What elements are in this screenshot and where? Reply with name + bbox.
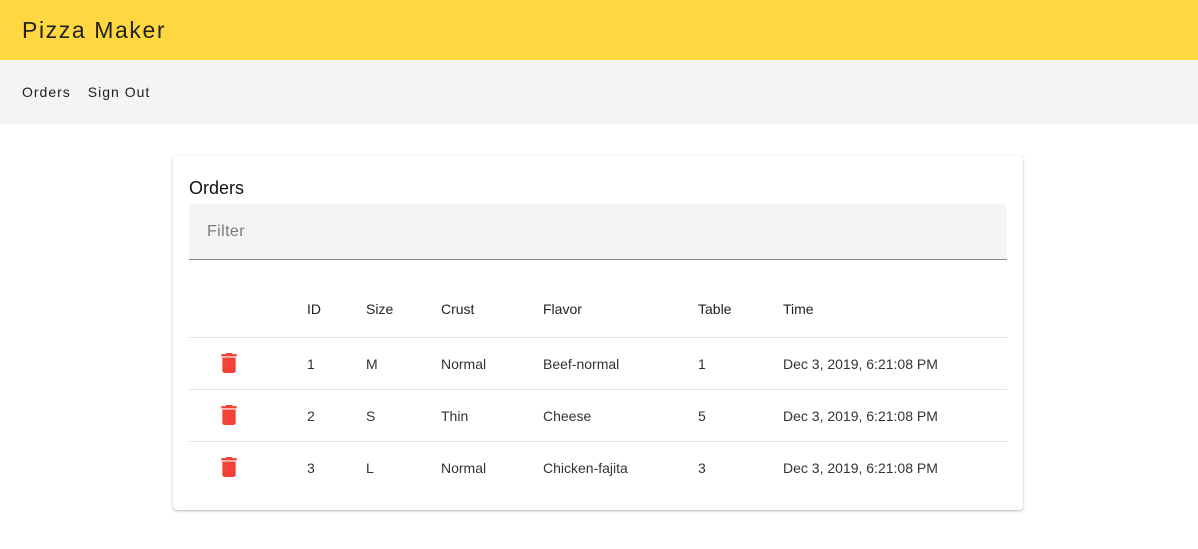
cell-flavor: Cheese [543, 389, 698, 442]
cell-crust: Thin [441, 389, 543, 442]
trash-icon [221, 353, 237, 373]
filter-field[interactable] [189, 204, 1007, 260]
nav-bar: Orders Sign Out [0, 60, 1198, 124]
orders-card-title: Orders [189, 178, 245, 198]
column-header-crust[interactable]: Crust [441, 281, 543, 338]
cell-table: 1 [698, 337, 783, 390]
cell-id: 2 [307, 389, 366, 442]
orders-card: Orders ID Size Crust Flavor Table Time [173, 156, 1023, 510]
delete-order-button[interactable] [217, 351, 241, 375]
cell-time: Dec 3, 2019, 6:21:08 PM [783, 337, 1007, 390]
column-header-table[interactable]: Table [698, 281, 783, 338]
trash-icon [221, 457, 237, 477]
row-actions-cell [189, 442, 307, 494]
column-header-size[interactable]: Size [366, 281, 441, 338]
cell-id: 3 [307, 459, 315, 476]
trash-icon [221, 405, 237, 425]
app-bar: Pizza Maker [0, 0, 1198, 60]
column-header-time[interactable]: Time [783, 281, 1007, 338]
orders-table: ID Size Crust Flavor Table Time 1 M Norm… [189, 281, 1007, 493]
table-header-row: ID Size Crust Flavor Table Time [189, 281, 1007, 338]
cell-flavor: Chicken-fajita [543, 459, 628, 476]
cell-table: 5 [698, 389, 783, 442]
cell-crust: Normal [441, 459, 487, 476]
delete-order-button[interactable] [217, 455, 241, 479]
delete-order-button[interactable] [217, 403, 241, 427]
cell-time: Dec 3, 2019, 6:21:08 PM [783, 459, 938, 476]
cell-time: Dec 3, 2019, 6:21:08 PM [783, 389, 1007, 442]
cell-size: L [366, 459, 374, 476]
table-row: 3 L Normal Chicken-fajita 3 Dec 3, 2019,… [189, 442, 1007, 494]
column-header-id[interactable]: ID [307, 281, 366, 338]
filter-input[interactable] [205, 221, 1007, 242]
table-row: 1 M Normal Beef-normal 1 Dec 3, 2019, 6:… [189, 337, 1007, 390]
column-header-flavor[interactable]: Flavor [543, 281, 698, 338]
row-actions-cell [189, 389, 307, 442]
nav-orders-link[interactable]: Orders [22, 84, 71, 100]
table-row: 2 S Thin Cheese 5 Dec 3, 2019, 6:21:08 P… [189, 389, 1007, 442]
cell-size: S [366, 389, 441, 442]
cell-table: 3 [698, 459, 706, 476]
row-actions-cell [189, 337, 307, 390]
cell-flavor: Beef-normal [543, 337, 698, 390]
app-title: Pizza Maker [22, 16, 167, 43]
column-header-actions [189, 281, 307, 338]
cell-id: 1 [307, 337, 366, 390]
nav-sign-out-link[interactable]: Sign Out [88, 84, 150, 100]
cell-crust: Normal [441, 337, 543, 390]
cell-size: M [366, 337, 441, 390]
